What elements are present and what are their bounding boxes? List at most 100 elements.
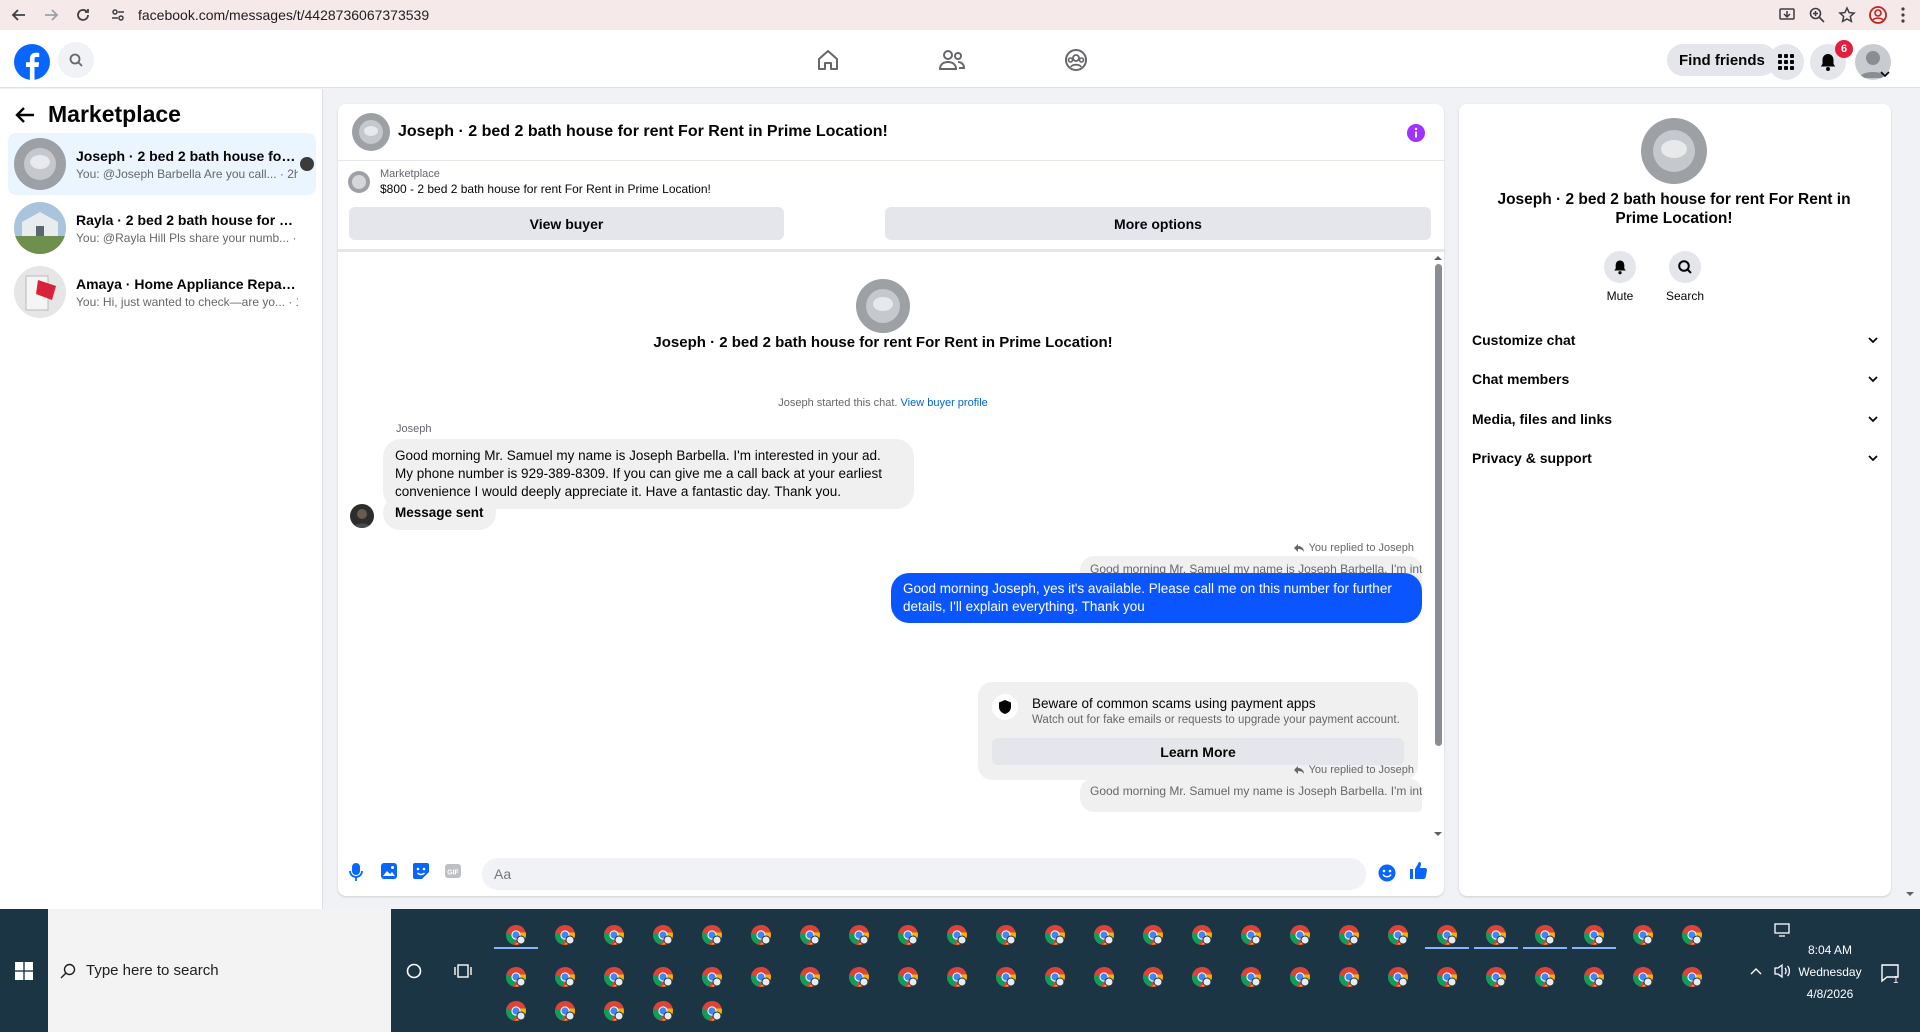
url-text[interactable]: facebook.com/messages/t/4428736067373539: [138, 7, 429, 23]
groups-icon[interactable]: [1056, 40, 1096, 80]
chrome-window-icon[interactable]: [598, 995, 630, 1027]
chrome-window-icon[interactable]: [1186, 961, 1218, 993]
address-bar[interactable]: facebook.com/messages/t/4428736067373539: [110, 2, 429, 28]
quoted-message[interactable]: Good morning Mr. Samuel my name is Josep…: [1080, 778, 1422, 812]
privacy-support-section[interactable]: Privacy & support: [1472, 443, 1878, 473]
chrome-window-icon[interactable]: [745, 919, 777, 951]
search-in-chat-button[interactable]: Search: [1655, 251, 1715, 303]
view-buyer-profile-link[interactable]: View buyer profile: [901, 397, 988, 409]
mute-button[interactable]: Mute: [1590, 251, 1650, 303]
chrome-window-icon[interactable]: [892, 961, 924, 993]
avatar[interactable]: [1641, 118, 1707, 184]
media-files-links-section[interactable]: Media, files and links: [1472, 404, 1878, 434]
marketplace-listing-strip[interactable]: Marketplace $800 - 2 bed 2 bath house fo…: [348, 168, 711, 196]
chrome-window-icon[interactable]: [1137, 961, 1169, 993]
chrome-window-icon[interactable]: [1382, 919, 1414, 951]
page-scroll-down-arrow-icon[interactable]: [1904, 890, 1916, 898]
chrome-window-icon[interactable]: [500, 995, 532, 1027]
chrome-window-icon[interactable]: [1431, 961, 1463, 993]
chrome-window-icon[interactable]: [647, 995, 679, 1027]
scroll-down-arrow-icon[interactable]: [1432, 830, 1444, 838]
chrome-window-icon[interactable]: [745, 961, 777, 993]
reload-icon[interactable]: [70, 2, 96, 28]
site-settings-icon[interactable]: [110, 7, 126, 23]
scroll-up-arrow-icon[interactable]: [1432, 254, 1444, 262]
chrome-window-icon[interactable]: [696, 961, 728, 993]
chrome-window-icon[interactable]: [1676, 919, 1708, 951]
chrome-window-icon[interactable]: [549, 919, 581, 951]
friends-icon[interactable]: [932, 40, 972, 80]
conversation-item-amaya[interactable]: Amaya · Home Appliance Repair – ... You:…: [8, 261, 316, 323]
chrome-window-icon[interactable]: [990, 919, 1022, 951]
info-icon[interactable]: [1406, 123, 1426, 143]
chat-avatar[interactable]: [352, 113, 390, 151]
chrome-window-icon[interactable]: [990, 961, 1022, 993]
install-app-icon[interactable]: [1778, 6, 1796, 24]
chrome-window-icon[interactable]: [1529, 961, 1561, 993]
chrome-window-icon[interactable]: [1578, 961, 1610, 993]
scrollbar-thumb[interactable]: [1435, 264, 1442, 746]
gif-icon[interactable]: GIF: [444, 862, 462, 880]
chrome-window-icon[interactable]: [1676, 961, 1708, 993]
chrome-window-icon[interactable]: [500, 961, 532, 993]
forward-arrow-icon[interactable]: [38, 2, 64, 28]
microphone-icon[interactable]: [348, 862, 364, 882]
chrome-window-icon[interactable]: [598, 919, 630, 951]
chrome-window-icon[interactable]: [1039, 919, 1071, 951]
chrome-window-icon[interactable]: [1235, 961, 1267, 993]
more-options-button[interactable]: More options: [885, 207, 1431, 240]
chrome-window-icon[interactable]: [1088, 919, 1120, 951]
account-chevron-icon[interactable]: [1880, 70, 1890, 78]
chrome-window-icon[interactable]: [696, 919, 728, 951]
chat-members-section[interactable]: Chat members: [1472, 364, 1878, 394]
windows-start-icon[interactable]: [0, 909, 48, 1032]
zoom-icon[interactable]: [1808, 6, 1826, 24]
learn-more-button[interactable]: Learn More: [992, 738, 1404, 765]
chrome-window-icon[interactable]: [598, 961, 630, 993]
conversation-item-joseph[interactable]: Joseph · 2 bed 2 bath house for ... You:…: [8, 133, 316, 195]
chrome-window-icon[interactable]: [1284, 961, 1316, 993]
customize-chat-section[interactable]: Customize chat: [1472, 325, 1878, 355]
chrome-window-icon[interactable]: [696, 995, 728, 1027]
scrollbar[interactable]: [1432, 252, 1444, 842]
chrome-window-icon[interactable]: [1627, 919, 1659, 951]
chrome-window-icon[interactable]: [1039, 961, 1071, 993]
message-thread[interactable]: Joseph · 2 bed 2 bath house for rent For…: [338, 252, 1444, 842]
find-friends-button[interactable]: Find friends: [1667, 44, 1777, 76]
chrome-window-icon[interactable]: [1627, 961, 1659, 993]
cortana-icon[interactable]: [406, 963, 422, 979]
taskbar-search-placeholder[interactable]: Type here to search: [86, 962, 219, 979]
chrome-window-icon[interactable]: [941, 961, 973, 993]
sticker-icon[interactable]: [412, 862, 430, 880]
back-arrow-icon[interactable]: [14, 105, 36, 125]
chrome-window-icon[interactable]: [843, 961, 875, 993]
chrome-window-icon[interactable]: [1186, 919, 1218, 951]
photo-icon[interactable]: [380, 862, 398, 880]
chrome-window-icon[interactable]: [647, 961, 679, 993]
browser-menu-icon[interactable]: [1900, 6, 1906, 24]
chrome-window-icon[interactable]: [647, 919, 679, 951]
taskbar-search-box[interactable]: Type here to search: [48, 909, 391, 1032]
conversation-item-rayla[interactable]: Rayla · 2 bed 2 bath house for rent... Y…: [8, 197, 316, 259]
sender-avatar[interactable]: [350, 504, 374, 528]
profile-icon[interactable]: [1868, 5, 1888, 25]
action-center-hint-icon[interactable]: [1774, 923, 1790, 937]
chrome-window-icon[interactable]: [1235, 919, 1267, 951]
chat-title[interactable]: Joseph · 2 bed 2 bath house for rent For…: [398, 123, 888, 141]
chrome-window-icon[interactable]: [794, 919, 826, 951]
facebook-logo-icon[interactable]: [14, 44, 50, 80]
chrome-window-icon[interactable]: [1480, 961, 1512, 993]
menu-grid-icon[interactable]: [1768, 44, 1804, 80]
bookmark-star-icon[interactable]: [1838, 6, 1856, 24]
message-input[interactable]: [482, 858, 1366, 890]
chrome-window-icon[interactable]: [892, 919, 924, 951]
task-view-icon[interactable]: [454, 962, 472, 980]
emoji-icon[interactable]: [1378, 864, 1396, 882]
chrome-window-icon[interactable]: [843, 919, 875, 951]
chrome-window-icon[interactable]: [549, 995, 581, 1027]
back-arrow-icon[interactable]: [6, 2, 32, 28]
chrome-window-icon[interactable]: [1333, 961, 1365, 993]
chrome-window-icon[interactable]: [1137, 919, 1169, 951]
thumbs-up-icon[interactable]: [1408, 861, 1428, 881]
show-hidden-icons-chevron-icon[interactable]: [1750, 967, 1762, 975]
